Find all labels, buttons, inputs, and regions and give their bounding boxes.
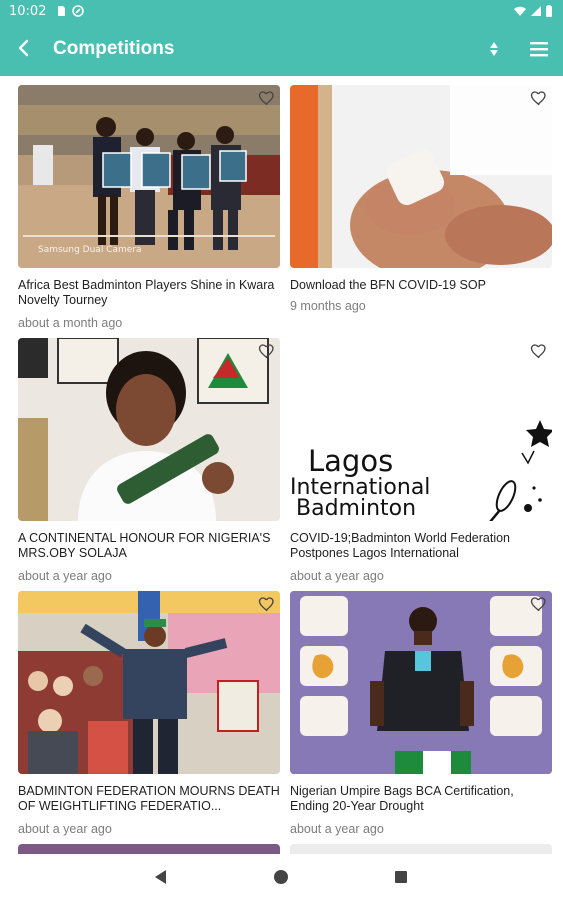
card-image[interactable]: Samsung Dual Camera <box>18 85 280 268</box>
heart-outline-icon[interactable] <box>530 342 548 360</box>
heart-outline-icon[interactable] <box>258 595 276 613</box>
system-nav-bar <box>0 854 563 900</box>
heart-outline-icon[interactable] <box>530 89 548 107</box>
square-recents-icon[interactable] <box>392 868 410 886</box>
card-time: about a month ago <box>18 316 123 330</box>
signal-icon <box>531 6 541 16</box>
page-title: Competitions <box>53 38 175 59</box>
card-time: 9 months ago <box>290 299 366 313</box>
sort-icon[interactable] <box>484 39 504 59</box>
camera-watermark: Samsung Dual Camera <box>38 245 142 255</box>
card-image[interactable]: Lagos International Badminton <box>290 338 552 521</box>
heart-outline-icon[interactable] <box>258 342 276 360</box>
card-title: Nigerian Umpire Bags BCA Certification, … <box>290 784 514 813</box>
heart-outline-icon[interactable] <box>258 89 276 107</box>
wifi-icon <box>514 6 526 16</box>
card-title: COVID-19;Badminton World Federation Post… <box>290 531 511 560</box>
card-image[interactable] <box>290 85 552 268</box>
players-photo <box>18 85 280 268</box>
badminton-graphic <box>489 420 552 521</box>
card-time: about a year ago <box>18 569 112 583</box>
sd-card-icon <box>58 6 65 16</box>
status-bar: 10:02 <box>0 0 563 24</box>
federation-photo <box>18 591 280 774</box>
triangle-back-icon[interactable] <box>152 868 170 886</box>
award-photo <box>18 338 280 521</box>
card-time: about a year ago <box>290 822 384 836</box>
app-bar: Competitions <box>0 24 563 76</box>
card-image[interactable] <box>18 591 280 774</box>
card-title: Download the BFN COVID-19 SOP <box>290 278 486 292</box>
status-time: 10:02 <box>9 4 47 19</box>
lagos-international-poster: Lagos International Badminton <box>290 338 552 521</box>
circle-home-icon[interactable] <box>272 868 290 886</box>
menu-icon[interactable] <box>528 38 550 60</box>
card-time: about a year ago <box>18 822 112 836</box>
card-image[interactable] <box>290 591 552 774</box>
card-title: Africa Best Badminton Players Shine in K… <box>18 278 275 307</box>
battery-icon <box>546 5 552 17</box>
heart-outline-icon[interactable] <box>530 595 548 613</box>
partial-card-image[interactable] <box>290 844 552 854</box>
card-time: about a year ago <box>290 569 384 583</box>
hand-sanitizer-photo <box>290 85 552 268</box>
competitions-grid[interactable]: Samsung Dual Camera Africa Best Badminto… <box>0 76 563 854</box>
arrow-back-icon[interactable] <box>12 36 36 60</box>
umpire-photo <box>290 591 552 774</box>
card-title: A CONTINENTAL HONOUR FOR NIGERIA'S MRS.O… <box>18 531 271 560</box>
app-notification-icon <box>72 5 84 17</box>
partial-card-image[interactable] <box>18 844 280 854</box>
card-image[interactable] <box>18 338 280 521</box>
card-title: BADMINTON FEDERATION MOURNS DEATH OF WEI… <box>18 784 280 813</box>
